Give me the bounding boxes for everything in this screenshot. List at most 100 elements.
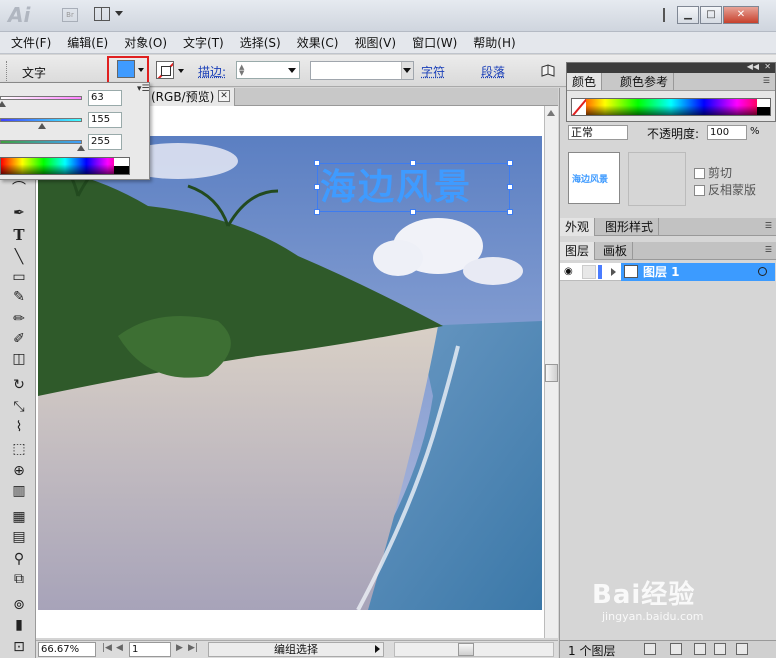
next-page-icon[interactable]: ▶ (176, 643, 183, 653)
menu-type[interactable]: 文字(T) (183, 34, 224, 51)
scroll-thumb[interactable] (545, 364, 558, 382)
panel-grip-icon[interactable] (6, 61, 9, 81)
blob-brush-icon[interactable]: ✐ (9, 330, 29, 348)
bridge-button[interactable]: Br (62, 8, 78, 22)
last-page-icon[interactable]: ▶| (188, 643, 198, 653)
menu-select[interactable]: 选择(S) (240, 34, 281, 51)
collapse-panel-icon[interactable]: ◀◀ (747, 62, 759, 71)
panel-menu-icon[interactable]: ☰ (765, 221, 772, 230)
menu-file[interactable]: 文件(F) (11, 34, 51, 51)
menu-help[interactable]: 帮助(H) (473, 34, 515, 51)
rotate-tool-icon[interactable]: ↻ (9, 376, 29, 394)
type-tool-icon[interactable]: T (9, 226, 29, 244)
rectangle-tool-icon[interactable]: ▭ (9, 268, 29, 286)
expand-triangle-icon[interactable] (611, 268, 616, 276)
text-object[interactable]: 海边风景 (320, 167, 472, 209)
panel-menu-icon[interactable]: ☰ (763, 76, 770, 85)
stroke-weight-field[interactable]: ▲ ▼ (236, 61, 300, 79)
layer-row[interactable]: ◉ 图层 1 (560, 263, 775, 281)
page-select[interactable]: 1 (129, 642, 171, 657)
warp-tool-icon[interactable]: ⌇ (9, 418, 29, 436)
selection-handle[interactable] (314, 209, 320, 215)
pen-tool-icon[interactable]: ✒ (9, 204, 29, 222)
new-layer-icon[interactable] (714, 643, 726, 655)
menu-effect[interactable]: 效果(C) (297, 34, 339, 51)
stroke-label-link[interactable]: 描边: (198, 63, 226, 80)
paintbrush-tool-icon[interactable]: ✎ (9, 288, 29, 306)
menu-window[interactable]: 窗口(W) (412, 34, 457, 51)
invert-checkbox[interactable] (694, 185, 705, 196)
mesh-tool-icon[interactable]: ▦ (9, 508, 29, 526)
close-tab-icon[interactable]: ✕ (218, 90, 230, 102)
pencil-tool-icon[interactable]: ✏ (9, 310, 29, 328)
column-graph-icon[interactable]: ▮ (9, 616, 29, 634)
make-clipping-mask-icon[interactable] (670, 643, 682, 655)
lock-toggle[interactable] (582, 265, 596, 279)
chevron-down-icon[interactable] (288, 68, 296, 73)
eraser-tool-icon[interactable]: ◫ (9, 350, 29, 368)
dropdown-button[interactable] (401, 62, 413, 79)
tab-layers[interactable]: 图层 (560, 242, 595, 260)
layer-name[interactable]: 图层 1 (643, 263, 680, 281)
horizontal-scrollbar[interactable] (394, 642, 554, 657)
spinner-icon[interactable]: ▲ ▼ (239, 64, 249, 76)
red-slider-knob[interactable] (0, 101, 6, 107)
selection-handle[interactable] (314, 184, 320, 190)
menu-edit[interactable]: 编辑(E) (67, 34, 108, 51)
free-transform-icon[interactable]: ⬚ (9, 440, 29, 458)
status-menu-icon[interactable] (375, 645, 380, 653)
text-object-selection[interactable]: 海边风景 (317, 163, 510, 212)
collapse-handle-icon[interactable] (660, 8, 670, 22)
line-tool-icon[interactable]: ╲ (9, 248, 29, 266)
tab-color[interactable]: 颜色 (567, 73, 602, 90)
panel-menu-icon[interactable]: ☰ (765, 245, 772, 254)
color-spectrum[interactable] (571, 98, 771, 116)
font-family-select[interactable] (310, 61, 414, 80)
clip-option[interactable]: 剪切 (694, 164, 732, 181)
menu-view[interactable]: 视图(V) (354, 34, 396, 51)
tab-graphic-styles[interactable]: 图形样式 (600, 218, 659, 236)
scroll-up-icon[interactable] (547, 110, 555, 116)
book-icon[interactable] (541, 64, 555, 78)
color-spectrum[interactable] (0, 157, 130, 175)
prev-page-icon[interactable]: ◀ (116, 643, 123, 653)
red-value-field[interactable]: 63 (88, 90, 122, 106)
vertical-scrollbar[interactable] (544, 106, 558, 638)
locate-object-icon[interactable] (644, 643, 656, 655)
object-thumbnail[interactable]: 海边风景 (568, 152, 620, 204)
delete-layer-icon[interactable] (736, 643, 748, 655)
blend-mode-select[interactable]: 正常 (568, 125, 628, 140)
menu-object[interactable]: 对象(O) (124, 34, 167, 51)
scale-tool-icon[interactable]: ⤡ (9, 398, 29, 416)
gradient-tool-icon[interactable]: ▤ (9, 528, 29, 546)
clip-checkbox[interactable] (694, 168, 705, 179)
selection-handle[interactable] (507, 184, 513, 190)
status-readout[interactable]: 编组选择 (208, 642, 384, 657)
shape-builder-icon[interactable]: ⊕ (9, 462, 29, 480)
stroke-dropdown-icon[interactable] (178, 69, 184, 73)
canvas-area[interactable]: 海边风景 (36, 106, 544, 638)
green-slider-knob[interactable] (38, 123, 46, 129)
graph-tool-icon[interactable]: ▥ (9, 482, 29, 500)
arrange-documents-button[interactable] (94, 7, 124, 23)
panel-menu-icon[interactable]: ▾☰ (137, 84, 150, 94)
first-page-icon[interactable]: |◀ (102, 643, 112, 653)
selection-handle[interactable] (410, 160, 416, 166)
tab-appearance[interactable]: 外观 (560, 218, 595, 236)
invert-mask-option[interactable]: 反相蒙版 (694, 181, 756, 198)
paragraph-link[interactable]: 段落 (481, 63, 505, 80)
selection-handle[interactable] (314, 160, 320, 166)
stroke-color-swatch[interactable] (156, 61, 174, 79)
character-link[interactable]: 字符 (421, 63, 445, 80)
zoom-select[interactable]: 66.67% (38, 642, 96, 657)
mask-thumbnail[interactable] (628, 152, 686, 206)
blue-slider-knob[interactable] (77, 145, 85, 151)
black-white-swatch[interactable] (757, 99, 770, 115)
blend-tool-icon[interactable]: ⧉ (9, 570, 29, 588)
new-sublayer-icon[interactable] (694, 643, 706, 655)
green-slider[interactable] (0, 118, 82, 122)
close-panel-icon[interactable]: ✕ (764, 62, 771, 71)
eyedropper-tool-icon[interactable]: ⚲ (9, 550, 29, 568)
tab-artboards[interactable]: 画板 (598, 242, 633, 260)
none-swatch[interactable] (572, 99, 586, 115)
